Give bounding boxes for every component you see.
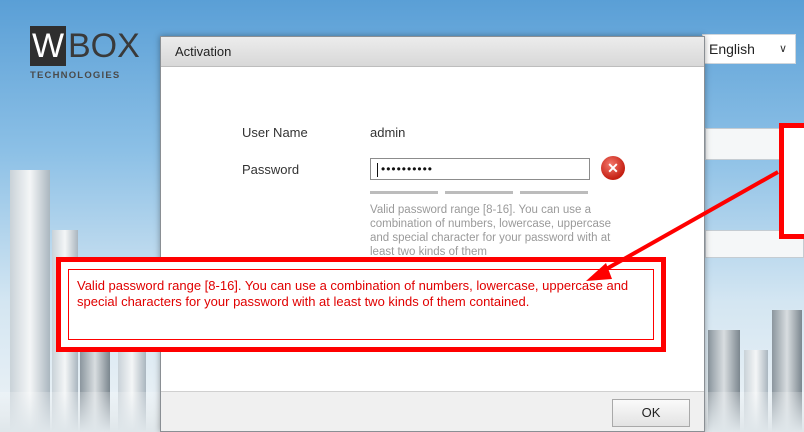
annotation-callout: Valid password range [8-16]. You can use… xyxy=(56,257,666,352)
password-label: Password xyxy=(242,162,300,177)
dialog-title: Activation xyxy=(161,37,704,67)
ok-button[interactable]: OK xyxy=(612,399,690,427)
strength-bar-medium xyxy=(445,191,513,194)
dialog-footer: OK xyxy=(161,391,704,431)
annotation-text: Valid password range [8-16]. You can use… xyxy=(77,278,629,309)
strength-bar-strong xyxy=(520,191,588,194)
strength-bar-weak xyxy=(370,191,438,194)
annotation-callout-small xyxy=(779,123,804,239)
annotation-inner-frame: Valid password range [8-16]. You can use… xyxy=(68,269,654,340)
password-input[interactable]: •••••••••• xyxy=(370,158,590,180)
logo-box: BOX xyxy=(68,27,140,65)
language-select[interactable]: English ∨ xyxy=(702,34,796,64)
company-logo: W BOX TECHNOLOGIES xyxy=(30,26,140,88)
logo-tagline: TECHNOLOGIES xyxy=(30,70,121,81)
chevron-down-icon: ∨ xyxy=(778,43,787,55)
password-hint: Valid password range [8-16]. You can use… xyxy=(370,204,611,258)
password-value: •••••••••• xyxy=(381,162,434,176)
activation-dialog: Activation User Name admin Password ••••… xyxy=(160,36,705,432)
language-value: English xyxy=(709,41,755,57)
username-label: User Name xyxy=(242,125,308,140)
clear-x-icon[interactable]: ✕ xyxy=(601,156,625,180)
username-value: admin xyxy=(370,125,406,140)
logo-w: W xyxy=(30,26,66,66)
text-caret xyxy=(377,162,378,177)
